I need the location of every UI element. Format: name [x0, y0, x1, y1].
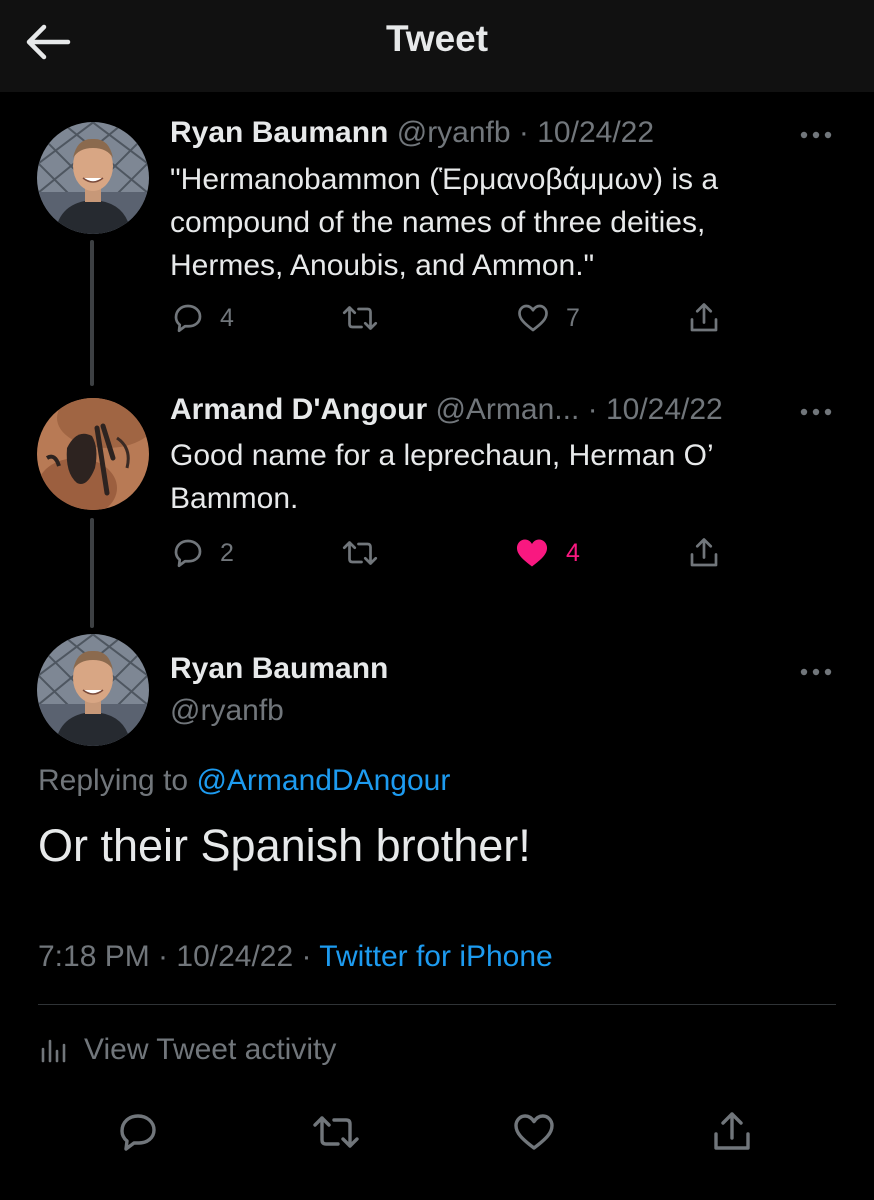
retweet-button[interactable]: [340, 533, 380, 573]
analytics-icon: [41, 1039, 66, 1063]
ellipsis-icon: [800, 131, 832, 139]
heart-filled-icon: [516, 539, 548, 567]
heart-icon: [514, 1114, 554, 1150]
tweet-header: Ryan Baumann @ryanfb · 10/24/22: [170, 116, 654, 150]
profile-photo: [37, 634, 149, 746]
share-button[interactable]: [686, 298, 722, 338]
more-options-button[interactable]: [796, 665, 836, 677]
share-button[interactable]: [708, 1108, 756, 1156]
heart-icon: [518, 304, 548, 332]
reply-button[interactable]: [114, 1108, 162, 1156]
thread-line: [90, 240, 94, 386]
retweet-button[interactable]: [310, 1108, 359, 1156]
like-button[interactable]: 7: [514, 298, 580, 338]
tweet-date[interactable]: · 10/24/22: [519, 116, 654, 149]
profile-photo: [37, 398, 149, 510]
main-tweet-text: Or their Spanish brother!: [38, 820, 531, 871]
tweet-source-link[interactable]: Twitter for iPhone: [319, 940, 552, 973]
share-icon: [690, 303, 718, 332]
tweet-header: Armand D'Angour @Arman... · 10/24/22: [170, 393, 723, 427]
author-name[interactable]: Armand D'Angour: [170, 393, 427, 426]
main-author-handle[interactable]: @ryanfb: [170, 694, 284, 728]
share-icon: [690, 538, 718, 567]
divider: [38, 1004, 836, 1005]
reply-count: 4: [220, 303, 234, 332]
tweet-metadata: 7:18 PM · 10/24/22 · Twitter for iPhone: [38, 940, 553, 974]
more-options-button[interactable]: [796, 405, 836, 417]
like-button[interactable]: [510, 1108, 558, 1156]
tweet-timestamp[interactable]: 7:18 PM · 10/24/22 ·: [38, 940, 312, 973]
retweet-button[interactable]: [340, 298, 380, 338]
profile-photo: [37, 122, 149, 234]
thread-line: [90, 518, 94, 628]
author-handle[interactable]: @Arman...: [435, 393, 579, 426]
tweet-date[interactable]: · 10/24/22: [588, 393, 723, 426]
avatar-ryan-baumann[interactable]: [37, 122, 149, 234]
retweet-icon: [342, 306, 378, 330]
reply-icon: [174, 304, 202, 333]
like-count: 4: [566, 538, 580, 567]
replying-to: Replying to @ArmandDAngour: [38, 764, 450, 798]
main-author-name[interactable]: Ryan Baumann: [170, 652, 388, 686]
like-count: 7: [566, 303, 580, 332]
tweet-text: "Hermanobammon (Ἑρμανοβάμμων) is a compo…: [170, 163, 718, 282]
retweet-icon: [313, 1116, 359, 1148]
reply-button[interactable]: 4: [170, 298, 234, 338]
page-title: Tweet: [385, 18, 489, 59]
tweet-text: Good name for a leprechaun, Herman O’ Ba…: [170, 439, 713, 515]
more-options-button[interactable]: [796, 128, 836, 140]
like-button[interactable]: 4: [512, 533, 580, 573]
author-handle[interactable]: @ryanfb: [397, 116, 511, 149]
share-button[interactable]: [686, 533, 722, 573]
share-icon: [714, 1112, 750, 1150]
ellipsis-icon: [800, 408, 832, 416]
top-bar: Tweet: [0, 0, 874, 92]
author-name[interactable]: Ryan Baumann: [170, 116, 388, 149]
reply-button[interactable]: 2: [170, 533, 234, 573]
reply-count: 2: [220, 538, 234, 567]
replying-to-link[interactable]: @ArmandDAngour: [196, 764, 450, 797]
retweet-icon: [342, 541, 378, 565]
activity-label: View Tweet activity: [84, 1033, 337, 1066]
avatar-armand-dangour[interactable]: [37, 398, 149, 510]
replying-prefix: Replying to: [38, 764, 197, 797]
reply-icon: [174, 539, 202, 568]
reply-icon: [120, 1114, 156, 1151]
ellipsis-icon: [800, 668, 832, 676]
avatar-ryan-baumann[interactable]: [37, 634, 149, 746]
view-tweet-activity-button[interactable]: View Tweet activity: [38, 1030, 336, 1070]
